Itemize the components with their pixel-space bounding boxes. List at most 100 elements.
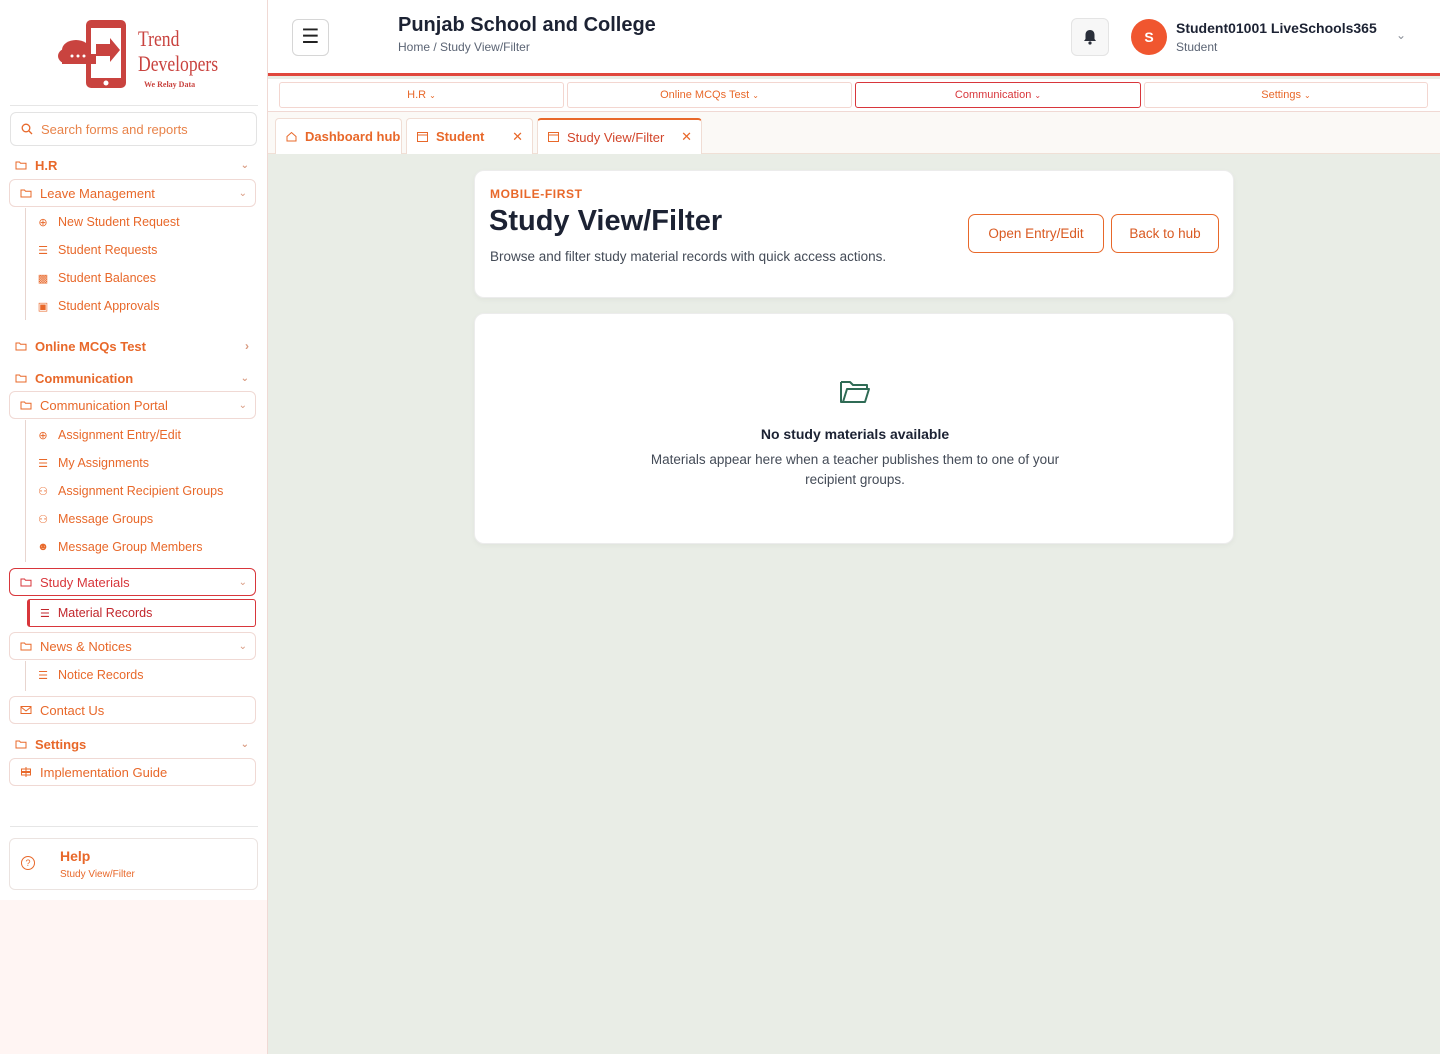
sidebar-item-implementation-guide[interactable]: Implementation Guide	[9, 758, 256, 786]
sidebar-item-material-records[interactable]: ☰ Material Records	[27, 599, 256, 627]
sidebar-item-assignment-entry[interactable]: ⊕ Assignment Entry/Edit	[36, 428, 246, 442]
empty-state-title: No study materials available	[760, 426, 950, 442]
topmenu-communication[interactable]: Communication ⌄	[855, 82, 1141, 108]
sidebar-item-label: Material Records	[57, 606, 153, 620]
topmenu-label: H.R	[407, 89, 427, 101]
sidebar-item-label: Leave Management	[40, 185, 155, 201]
sidebar-section-communication[interactable]: Communication ⌄	[15, 369, 253, 387]
tab-dashboard-hub[interactable]: Dashboard hub	[275, 118, 402, 154]
divider	[10, 826, 258, 827]
sidebar-item-leave-management[interactable]: Leave Management ⌄	[9, 179, 256, 207]
sidebar-item-student-approvals[interactable]: ▣ Student Approvals	[36, 299, 246, 313]
search-icon	[21, 123, 33, 135]
back-to-hub-button[interactable]: Back to hub	[1111, 214, 1219, 253]
page-eyebrow: MOBILE-FIRST	[490, 187, 583, 201]
sidebar-section-label: Settings	[35, 736, 87, 752]
page-heading: Study View/Filter	[489, 205, 723, 237]
brand-logo[interactable]: Trend Developers We Relay Data	[58, 18, 218, 92]
chevron-down-icon: ⌄	[240, 738, 249, 750]
open-entry-edit-button[interactable]: Open Entry/Edit	[968, 214, 1104, 253]
empty-state-card: No study materials available Materials a…	[474, 313, 1234, 544]
sidebar-item-new-student-request[interactable]: ⊕ New Student Request	[36, 215, 246, 229]
close-icon[interactable]: ✕	[681, 129, 692, 145]
topmenu-online-mcqs[interactable]: Online MCQs Test ⌄	[567, 82, 852, 108]
sidebar-item-student-requests[interactable]: ☰ Student Requests	[36, 243, 246, 257]
folder-open-icon	[840, 381, 870, 403]
brand-tagline: We Relay Data	[144, 80, 196, 89]
header: ☰ Punjab School and College Home / Study…	[268, 0, 1440, 76]
topmenu-settings[interactable]: Settings ⌄	[1144, 82, 1428, 108]
sidebar-section-hr[interactable]: H.R ⌄	[15, 156, 253, 174]
tab-student[interactable]: Student ✕	[406, 118, 533, 154]
user-role: Student	[1176, 40, 1218, 54]
logo-icon	[58, 20, 126, 88]
sidebar-section-settings[interactable]: Settings ⌄	[15, 735, 253, 753]
bar-chart-icon: ▩	[37, 272, 49, 285]
home-icon	[286, 131, 297, 142]
hamburger-icon: ☰	[301, 26, 320, 48]
sidebar-section-online-mcqs[interactable]: Online MCQs Test ›	[15, 337, 253, 355]
user-list-icon: ☻	[37, 541, 49, 553]
list-icon: ☰	[38, 244, 48, 257]
sidebar-item-label: Student Balances	[58, 271, 156, 285]
chevron-down-icon: ⌄	[238, 399, 247, 411]
tab-label: Dashboard hub	[305, 129, 401, 144]
sidebar-item-message-groups[interactable]: ⚇ Message Groups	[36, 512, 246, 526]
brand-line1: Trend	[138, 26, 180, 51]
help-box[interactable]: ? Help Study View/Filter	[9, 838, 258, 890]
topmenu-label: Communication	[954, 89, 1032, 101]
sidebar-item-label: Student Approvals	[58, 299, 160, 313]
signpost-icon	[21, 767, 31, 777]
help-title: Help	[60, 848, 91, 864]
chevron-down-icon: ⌄	[238, 187, 247, 199]
sidebar-section-label: Communication	[35, 370, 134, 386]
sidebar-item-study-materials[interactable]: Study Materials ⌄	[9, 568, 256, 596]
user-name[interactable]: Student01001 LiveSchools365	[1176, 20, 1377, 36]
breadcrumb[interactable]: Home / Study View/Filter	[398, 40, 530, 54]
brand-line2: Developers	[138, 51, 219, 76]
sidebar-item-message-group-members[interactable]: ☻ Message Group Members	[36, 540, 246, 554]
tab-study-view-filter[interactable]: Study View/Filter ✕	[537, 118, 702, 154]
help-subtitle: Study View/Filter	[60, 869, 135, 880]
folder-open-icon	[20, 189, 32, 198]
divider	[10, 105, 258, 106]
sidebar-item-news-notices[interactable]: News & Notices ⌄	[9, 632, 256, 660]
help-icon: ?	[21, 856, 35, 870]
window-icon	[548, 132, 559, 142]
tab-bar: Dashboard hub Student ✕ Study View/Filte…	[268, 112, 1440, 154]
sidebar-item-label: Assignment Entry/Edit	[58, 428, 181, 442]
topmenu-label: Settings	[1261, 89, 1301, 101]
sidebar-item-contact-us[interactable]: Contact Us	[9, 696, 256, 724]
folder-open-icon	[20, 401, 32, 410]
sidebar-item-label: Message Group Members	[58, 540, 203, 554]
sidebar-item-label: News & Notices	[40, 638, 132, 654]
top-menu: H.R ⌄ Online MCQs Test ⌄ Communication ⌄…	[268, 79, 1440, 112]
notifications-button[interactable]	[1071, 18, 1109, 56]
page-header-card: MOBILE-FIRST Study View/Filter Browse an…	[474, 170, 1234, 298]
sidebar: Trend Developers We Relay Data Search fo…	[0, 0, 268, 1054]
window-icon	[417, 131, 428, 142]
sidebar-item-student-balances[interactable]: ▩ Student Balances	[36, 271, 246, 285]
chevron-down-icon: ⌄	[240, 159, 249, 171]
sidebar-item-notice-records[interactable]: ☰ Notice Records	[36, 668, 246, 682]
close-icon[interactable]: ✕	[512, 129, 523, 145]
sidebar-section-label: Online MCQs Test	[35, 338, 146, 354]
folder-open-icon	[20, 578, 32, 587]
menu-toggle-button[interactable]: ☰	[292, 19, 329, 56]
list-icon: ☰	[38, 669, 48, 682]
sidebar-item-communication-portal[interactable]: Communication Portal ⌄	[9, 391, 256, 419]
search-input[interactable]: Search forms and reports	[10, 112, 257, 146]
avatar[interactable]: S	[1131, 19, 1167, 55]
sidebar-item-my-assignments[interactable]: ☰ My Assignments	[36, 456, 246, 470]
chevron-down-icon: ⌄	[240, 372, 249, 384]
chevron-down-icon: ⌄	[238, 640, 247, 652]
inbox-icon: ▣	[37, 300, 49, 313]
folder-icon	[15, 374, 27, 383]
plus-circle-icon: ⊕	[38, 429, 48, 442]
topmenu-hr[interactable]: H.R ⌄	[279, 82, 564, 108]
sidebar-item-label: Communication Portal	[40, 397, 168, 413]
chevron-down-icon: ⌄	[238, 576, 247, 588]
folder-icon	[15, 161, 27, 170]
chevron-down-icon[interactable]: ⌄	[1396, 28, 1406, 42]
sidebar-item-assignment-recipient-groups[interactable]: ⚇ Assignment Recipient Groups	[36, 484, 246, 498]
